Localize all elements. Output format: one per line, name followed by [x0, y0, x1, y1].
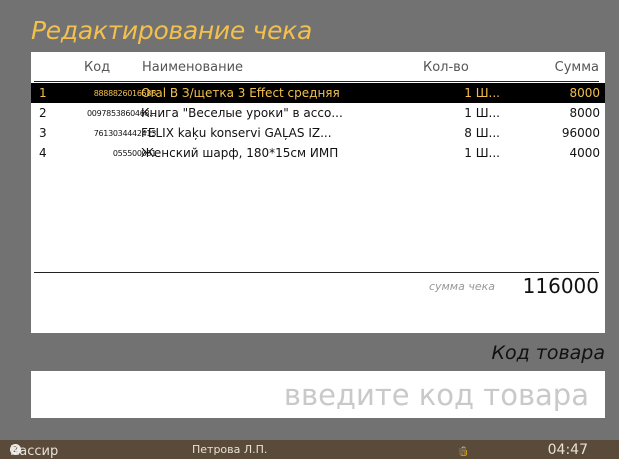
- row-qty: 8 Ш...: [464, 126, 500, 140]
- row-number: 4: [39, 146, 47, 160]
- cashier-name: Петрова Л.П.: [192, 443, 268, 456]
- table-row[interactable]: 2 0097853860468... Книга "Веселые уроки"…: [31, 103, 605, 123]
- row-sum: 8000: [569, 86, 600, 100]
- row-sum: 8000: [569, 106, 600, 120]
- row-qty: 1 Ш...: [464, 146, 500, 160]
- row-number: 2: [39, 106, 47, 120]
- role-label: Кассир: [10, 444, 59, 459]
- table-header: Код Наименование Кол-во Сумма: [34, 57, 599, 82]
- code-input-label: Код товара: [491, 342, 605, 364]
- row-name: Oral B З/щетка 3 Effect средняя: [141, 86, 340, 100]
- clock: 04:47: [547, 442, 588, 458]
- table-row[interactable]: 1 8888826016588 Oral B З/щетка 3 Effect …: [31, 83, 605, 103]
- row-sum: 4000: [569, 146, 600, 160]
- total-divider: [34, 272, 599, 273]
- receipt-panel: Код Наименование Кол-во Сумма 1 88888260…: [31, 52, 605, 333]
- row-number: 1: [39, 86, 47, 100]
- table-row[interactable]: 3 7613034442413 FELIX kaķu konservi GAĻA…: [31, 123, 605, 143]
- row-qty: 1 Ш...: [464, 86, 500, 100]
- header-code: Код: [84, 60, 111, 75]
- refresh-icon: ↻: [458, 447, 467, 457]
- row-name: FELIX kaķu konservi GAĻAS IZ...: [141, 126, 332, 140]
- header-qty: Кол-во: [423, 60, 469, 75]
- row-name: Женский шарф, 180*15см ИМП: [141, 146, 339, 160]
- total-label: сумма чека: [428, 280, 495, 293]
- row-number: 3: [39, 126, 47, 140]
- page-title: Редактирование чека: [31, 16, 312, 45]
- row-sum: 96000: [561, 126, 600, 140]
- header-name: Наименование: [142, 60, 244, 75]
- table-row[interactable]: 4 055500081 Женский шарф, 180*15см ИМП 1…: [31, 143, 605, 163]
- status-bar: 2 Кассир Петрова Л.П. 🔒 ▦ ▤ ⇔ ↻ 04:47: [0, 440, 619, 459]
- code-input-box[interactable]: [31, 371, 605, 418]
- receipt-items: 1 8888826016588 Oral B З/щетка 3 Effect …: [31, 83, 605, 163]
- header-sum: Сумма: [554, 60, 599, 75]
- total-value: 116000: [522, 274, 599, 298]
- code-input[interactable]: [31, 371, 605, 418]
- row-qty: 1 Ш...: [464, 106, 500, 120]
- row-name: Книга "Веселые уроки" в ассо...: [141, 106, 343, 120]
